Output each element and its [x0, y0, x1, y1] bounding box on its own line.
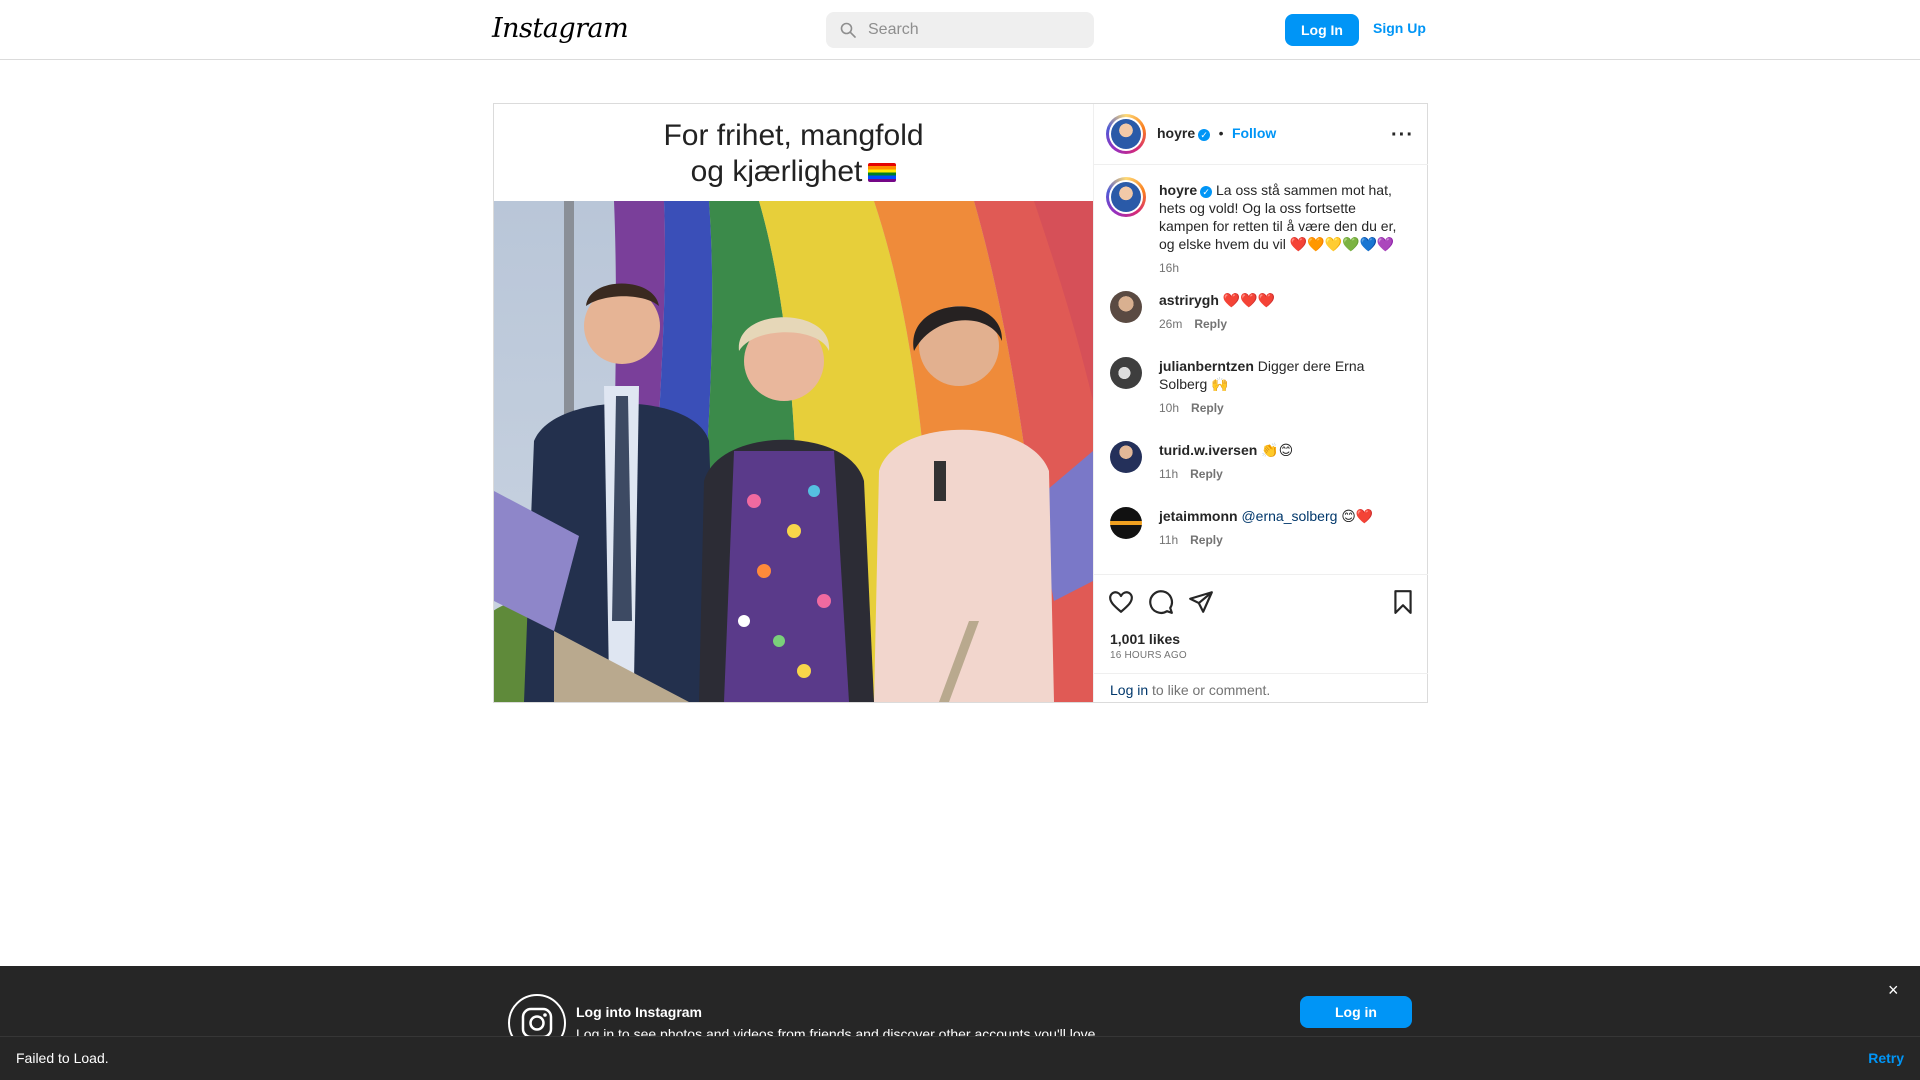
comment-body: turid.w.iversen 👏😊 11h Reply: [1159, 441, 1409, 483]
author-avatar[interactable]: [1106, 114, 1146, 154]
author-username[interactable]: hoyre: [1157, 125, 1195, 141]
login-button[interactable]: Log In: [1285, 14, 1359, 46]
search-input[interactable]: [868, 12, 1088, 48]
caption-timestamp[interactable]: 16h: [1159, 261, 1179, 275]
comment-username[interactable]: jetaimmonn: [1159, 508, 1238, 524]
banner-login-button[interactable]: Log in: [1300, 996, 1412, 1028]
post-photo: [494, 201, 1093, 702]
post-actions: 1,001 likes 16 HOURS AGO Log in to like …: [1094, 574, 1428, 702]
comment-icon[interactable]: [1148, 589, 1174, 615]
comment-username[interactable]: julianberntzen: [1159, 358, 1254, 374]
comment-time[interactable]: 11h: [1159, 533, 1178, 547]
commenter-avatar[interactable]: [1110, 441, 1142, 473]
comment-username[interactable]: astrirygh: [1159, 292, 1219, 308]
comment-meta: 10h Reply: [1159, 399, 1409, 417]
banner-line-2-text: og kjærlighet: [690, 155, 863, 188]
retry-button[interactable]: Retry: [1868, 1050, 1904, 1066]
login-prompt: Log in to like or comment.: [1094, 673, 1428, 703]
post-time-ago: 16 HOURS AGO: [1110, 650, 1187, 661]
comment-time[interactable]: 10h: [1159, 401, 1179, 415]
comment-meta: 26m Reply: [1159, 315, 1409, 333]
heart-icon[interactable]: [1108, 589, 1134, 615]
comment-text: ❤️❤️❤️: [1222, 292, 1276, 308]
signup-link[interactable]: Sign Up: [1373, 20, 1426, 36]
reply-button[interactable]: Reply: [1190, 533, 1223, 547]
reply-button[interactable]: Reply: [1194, 317, 1227, 331]
comment-text: 😊❤️: [1341, 508, 1374, 524]
share-icon[interactable]: [1188, 589, 1214, 615]
comment-username[interactable]: turid.w.iversen: [1159, 442, 1257, 458]
follow-button[interactable]: Follow: [1232, 125, 1276, 141]
verified-badge-icon: ✓: [1200, 186, 1213, 198]
close-icon[interactable]: ×: [1888, 980, 1899, 1001]
commenter-avatar[interactable]: [1110, 291, 1142, 323]
search-icon: [840, 22, 856, 38]
comment-meta: 11h Reply: [1159, 465, 1409, 483]
toast-message: Failed to Load.: [16, 1050, 109, 1066]
banner-line-1: For frihet, mangfold: [663, 119, 924, 152]
post-header: hoyre ✓ • Follow ···: [1094, 104, 1428, 165]
verified-badge-icon: ✓: [1198, 129, 1211, 141]
top-navigation-bar: Instagram Log In Sign Up: [0, 0, 1920, 60]
banner-line-2: og kjærlighet: [494, 154, 1093, 190]
comment-mention-link[interactable]: @erna_solberg: [1241, 508, 1337, 524]
comment-time[interactable]: 11h: [1159, 467, 1178, 481]
post-media[interactable]: For frihet, mangfold og kjærlighet: [494, 104, 1093, 702]
banner-title: Log into Instagram: [576, 1004, 702, 1020]
caption-avatar[interactable]: [1106, 177, 1146, 217]
reply-button[interactable]: Reply: [1191, 401, 1224, 415]
caption-time: 16h: [1159, 259, 1409, 277]
commenter-avatar[interactable]: [1110, 357, 1142, 389]
comment-body: astrirygh ❤️❤️❤️ 26m Reply: [1159, 291, 1409, 333]
likes-count[interactable]: 1,001 likes: [1110, 631, 1180, 647]
login-link[interactable]: Log in: [1110, 682, 1148, 698]
instagram-icon: [521, 1007, 553, 1039]
caption-username[interactable]: hoyre: [1159, 182, 1197, 198]
separator-dot: •: [1218, 125, 1224, 141]
more-options-icon[interactable]: ···: [1391, 124, 1414, 147]
media-banner-text: For frihet, mangfold og kjærlighet: [494, 104, 1093, 201]
search-box[interactable]: [826, 12, 1094, 48]
comments-list[interactable]: hoyre ✓ La oss stå sammen mot hat, hets o…: [1094, 165, 1428, 575]
caption-body: hoyre ✓ La oss stå sammen mot hat, hets o…: [1159, 181, 1409, 277]
post-card: For frihet, mangfold og kjærlighet hoyre…: [493, 103, 1428, 703]
comment-time[interactable]: 26m: [1159, 317, 1182, 331]
post-sidebar: hoyre ✓ • Follow ··· hoyre ✓ La oss stå sa…: [1093, 104, 1428, 702]
instagram-logo[interactable]: Instagram: [492, 13, 629, 44]
comment-meta: 11h Reply: [1159, 531, 1409, 549]
comment-body: jetaimmonn @erna_solberg 😊❤️ 11h Reply: [1159, 507, 1409, 549]
reply-button[interactable]: Reply: [1190, 467, 1223, 481]
commenter-avatar[interactable]: [1110, 507, 1142, 539]
login-prompt-text: to like or comment.: [1148, 682, 1271, 698]
comment-text: 👏😊: [1261, 442, 1294, 458]
comment-body: julianberntzen Digger dere Erna Solberg …: [1159, 357, 1409, 417]
bookmark-icon[interactable]: [1390, 589, 1416, 615]
rainbow-flag-icon: [868, 163, 897, 182]
author-line: hoyre ✓ • Follow: [1157, 125, 1276, 143]
error-toast: Failed to Load. Retry: [0, 1036, 1920, 1080]
